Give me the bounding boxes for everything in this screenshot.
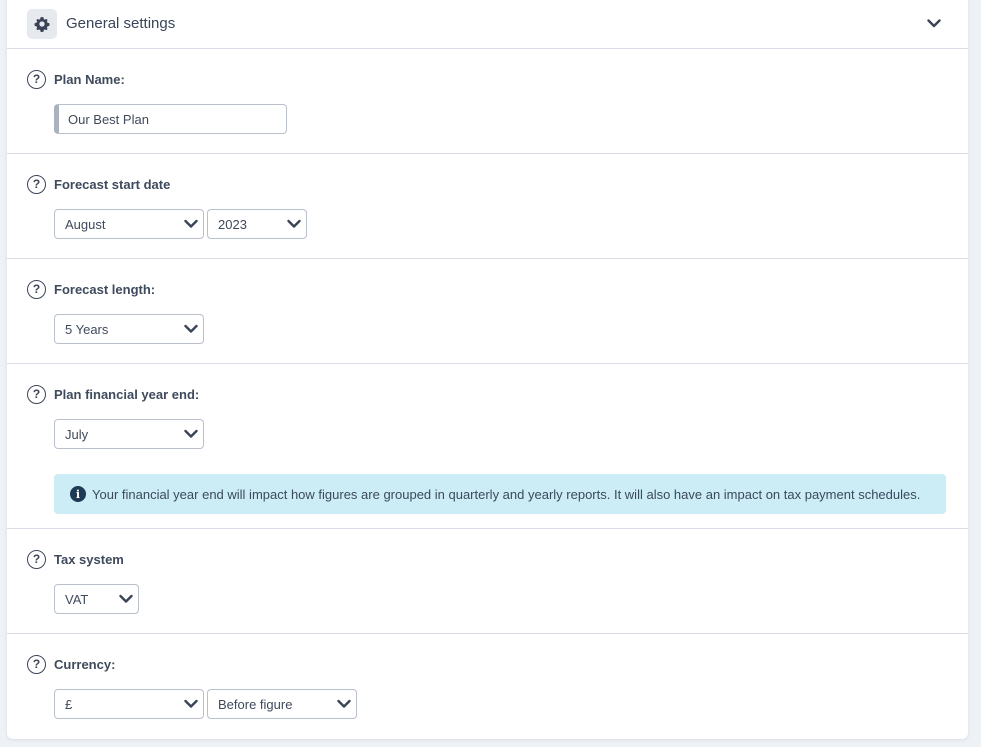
financial-year-info-alert: i Your financial year end will impact ho… [54,474,946,514]
section-title: General settings [66,15,176,32]
selected-value: 5 Years [65,321,109,337]
help-icon[interactable]: ? [27,174,46,194]
chevron-down-icon [184,219,198,228]
selected-value: July [65,426,89,442]
forecast-length-label: Forecast length: [54,281,156,297]
gear-icon-box [27,8,57,39]
selected-value: £ [65,696,73,712]
chevron-down-icon [184,324,198,333]
chevron-down-icon [337,699,351,708]
plan-name-label: Plan Name: [54,71,125,87]
financial-year-end-section: ? Plan financial year end: July i Your f… [7,364,968,529]
forecast-length-select[interactable]: 5 Years [54,314,204,344]
plan-name-input[interactable]: Our Best Plan [54,104,287,134]
selected-value: VAT [65,591,89,607]
help-icon[interactable]: ? [27,384,46,404]
currency-section: ? Currency: £ Before figure [7,634,968,739]
chevron-down-icon [184,699,198,708]
forecast-start-year-select[interactable]: 2023 [207,209,307,239]
tax-system-select[interactable]: VAT [54,584,139,614]
selected-value: 2023 [218,216,247,232]
info-message: Your financial year end will impact how … [92,486,921,502]
selected-value: August [65,216,106,232]
gear-icon [34,16,50,32]
forecast-start-month-select[interactable]: August [54,209,204,239]
help-icon[interactable]: ? [27,69,46,89]
selected-value: Before figure [218,696,293,712]
tax-system-label: Tax system [54,551,124,567]
collapse-toggle[interactable] [926,15,942,31]
currency-symbol-select[interactable]: £ [54,689,204,719]
help-icon[interactable]: ? [27,654,46,674]
chevron-down-icon [119,594,133,603]
currency-position-select[interactable]: Before figure [207,689,357,719]
financial-year-end-label: Plan financial year end: [54,386,200,402]
forecast-length-section: ? Forecast length: 5 Years [7,259,968,364]
chevron-down-icon [184,429,198,438]
forecast-start-label: Forecast start date [54,176,171,192]
info-icon: i [70,486,86,502]
financial-year-end-select[interactable]: July [54,419,204,449]
plan-name-section: ? Plan Name: Our Best Plan [7,49,968,154]
help-icon[interactable]: ? [27,549,46,569]
chevron-down-icon [287,219,301,228]
forecast-start-section: ? Forecast start date August 2023 [7,154,968,259]
general-settings-card: General settings ? Plan Name: Our Best P… [7,0,968,739]
card-header[interactable]: General settings [7,0,968,49]
chevron-down-icon [927,18,941,27]
help-icon[interactable]: ? [27,279,46,299]
tax-system-section: ? Tax system VAT [7,529,968,634]
currency-label: Currency: [54,656,116,672]
